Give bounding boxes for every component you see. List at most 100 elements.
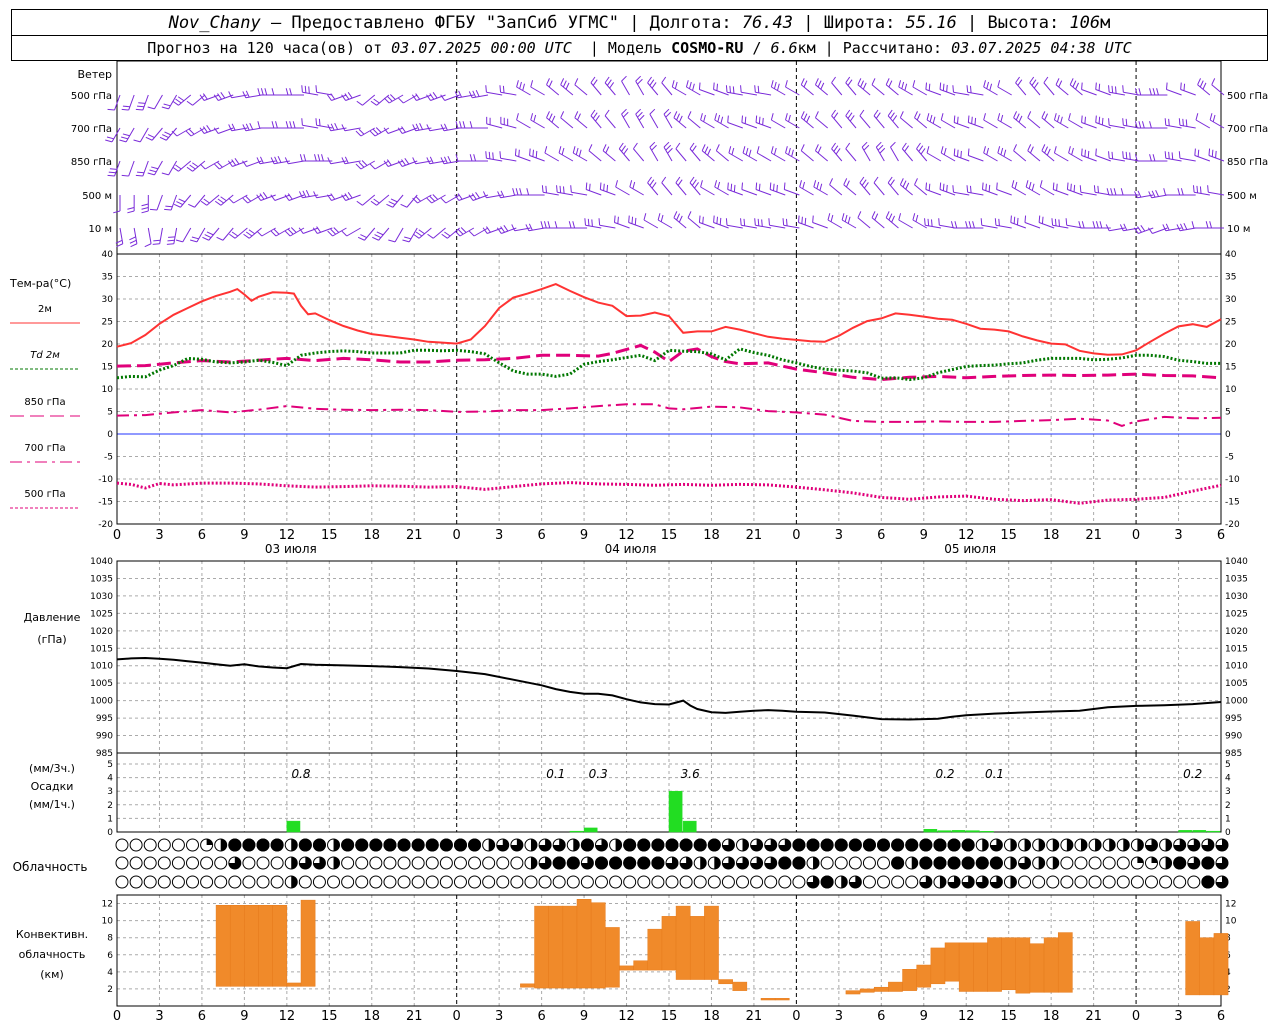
wind-barb	[206, 194, 220, 206]
wind-barb	[996, 189, 1012, 196]
wind-barb	[900, 117, 913, 129]
wind-barb-feather	[318, 118, 321, 126]
wind-barb-feather	[1041, 216, 1044, 224]
wind-barb	[661, 82, 673, 96]
temp-ytick-right: 20	[1225, 340, 1237, 350]
wind-barb-feather	[788, 147, 791, 155]
wind-barb	[1041, 117, 1055, 129]
wind-barb	[560, 84, 574, 96]
wind-barb-feather	[1016, 217, 1019, 225]
wind-barb-feather	[486, 226, 491, 233]
wind-barb-feather	[1156, 88, 1159, 96]
wind-barb-feather	[604, 76, 610, 84]
wind-barb	[147, 227, 152, 244]
wind-barb-feather	[500, 190, 505, 198]
wind-barb-feather	[1108, 151, 1110, 159]
wind-barb-feather	[914, 178, 918, 185]
cloud-symbol-fill	[933, 856, 947, 870]
wind-barb-feather	[163, 103, 171, 107]
cloud-symbol-lower	[228, 875, 242, 889]
conv-bar	[689, 916, 705, 980]
wind-barb-feather	[621, 145, 626, 152]
conv-xtick-5: 15	[321, 1009, 338, 1024]
wind-barb-feather	[904, 83, 908, 91]
conv-xtick-7: 21	[406, 1009, 423, 1024]
wind-barb-feather	[551, 115, 556, 123]
cloud-symbol-fill	[714, 857, 721, 869]
wind-barb-feather	[773, 183, 775, 191]
wind-barb-feather	[700, 113, 703, 121]
cloud-symbol-middle	[129, 856, 143, 870]
wind-barb-feather	[1058, 80, 1063, 88]
wind-barb-feather	[308, 86, 310, 94]
cloud-symbol-lower	[862, 875, 876, 889]
wind-barb-feather	[191, 236, 199, 240]
wind-barb-feather	[725, 218, 728, 226]
conv-xtick-16: 0	[792, 1009, 800, 1024]
wind-barb-feather	[843, 178, 848, 185]
wind-barb	[170, 194, 178, 211]
wind-barb-feather	[743, 218, 746, 226]
conv-xtick-9: 3	[495, 1009, 503, 1024]
wind-barb-feather	[754, 218, 756, 226]
precip-bar	[980, 831, 994, 833]
wind-barb-feather	[845, 142, 851, 150]
wind-barb-feather	[216, 236, 224, 241]
wind-barb	[727, 122, 743, 129]
wind-barb-feather	[217, 93, 222, 100]
precip-ytick-right: 4	[1225, 774, 1231, 784]
wind-barb	[967, 191, 984, 196]
cloud-symbol-lower	[1060, 875, 1074, 889]
wind-barb-feather	[468, 91, 473, 98]
wind-barb-feather	[512, 188, 515, 196]
wind-barb-feather	[162, 134, 169, 139]
wind-barb-feather	[632, 181, 636, 189]
temp-ytick-right: 30	[1225, 295, 1237, 305]
wind-barb-feather	[983, 113, 986, 121]
wind-barb-feather	[820, 82, 825, 90]
wind-barb	[741, 189, 758, 196]
wind-barb-feather	[804, 217, 807, 225]
conv-xtick-18: 6	[877, 1009, 885, 1024]
precip-title-2: Осадки	[31, 780, 74, 793]
wind-barb-feather	[966, 185, 969, 193]
wind-barb-feather	[731, 147, 735, 155]
wind-barb-feather	[862, 82, 867, 90]
cloud-symbol-fill	[707, 838, 721, 852]
wind-barb-feather	[388, 239, 396, 243]
wind-barb	[586, 189, 602, 196]
wind-barb-feather	[415, 231, 423, 237]
wind-barb-feather	[1054, 218, 1057, 226]
wind-barb-feather	[800, 144, 805, 151]
wind-level-left-3: 500 м	[82, 191, 112, 202]
cloud-symbol-lower	[693, 875, 707, 889]
wind-barb	[885, 217, 899, 229]
temp-ytick-left: 5	[107, 408, 113, 418]
wind-barb-feather	[761, 219, 763, 227]
wind-barb-feather	[152, 243, 160, 245]
cloud-symbol-fill	[333, 839, 340, 851]
wind-barb-feather	[1017, 79, 1023, 86]
wind-barb	[574, 117, 588, 129]
wind-barb-feather	[166, 243, 174, 245]
wind-barb-feather	[606, 79, 612, 86]
wind-barb-feather	[703, 114, 706, 122]
wind-barb-feather	[259, 156, 264, 164]
wind-barb	[574, 84, 588, 96]
cloud-symbol-fill	[911, 857, 918, 869]
wind-barb-feather	[1053, 146, 1057, 154]
wind-barb	[621, 113, 630, 129]
cloud-symbol-lower	[637, 875, 651, 889]
temp-xtick-1: 3	[155, 528, 163, 543]
wind-barb-feather	[741, 182, 743, 190]
wind-barb-feather	[119, 139, 127, 143]
wind-barb-feather	[499, 151, 502, 159]
wind-barb	[861, 146, 871, 162]
wind-barb-feather	[637, 111, 643, 118]
wind-barb-feather	[678, 215, 683, 223]
temp-legend-label-3: 700 гПа	[24, 443, 65, 454]
wind-barb-feather	[925, 82, 927, 90]
wind-barb-feather	[105, 139, 113, 143]
wind-barb	[604, 82, 616, 96]
wind-barb-feather	[1066, 182, 1069, 190]
